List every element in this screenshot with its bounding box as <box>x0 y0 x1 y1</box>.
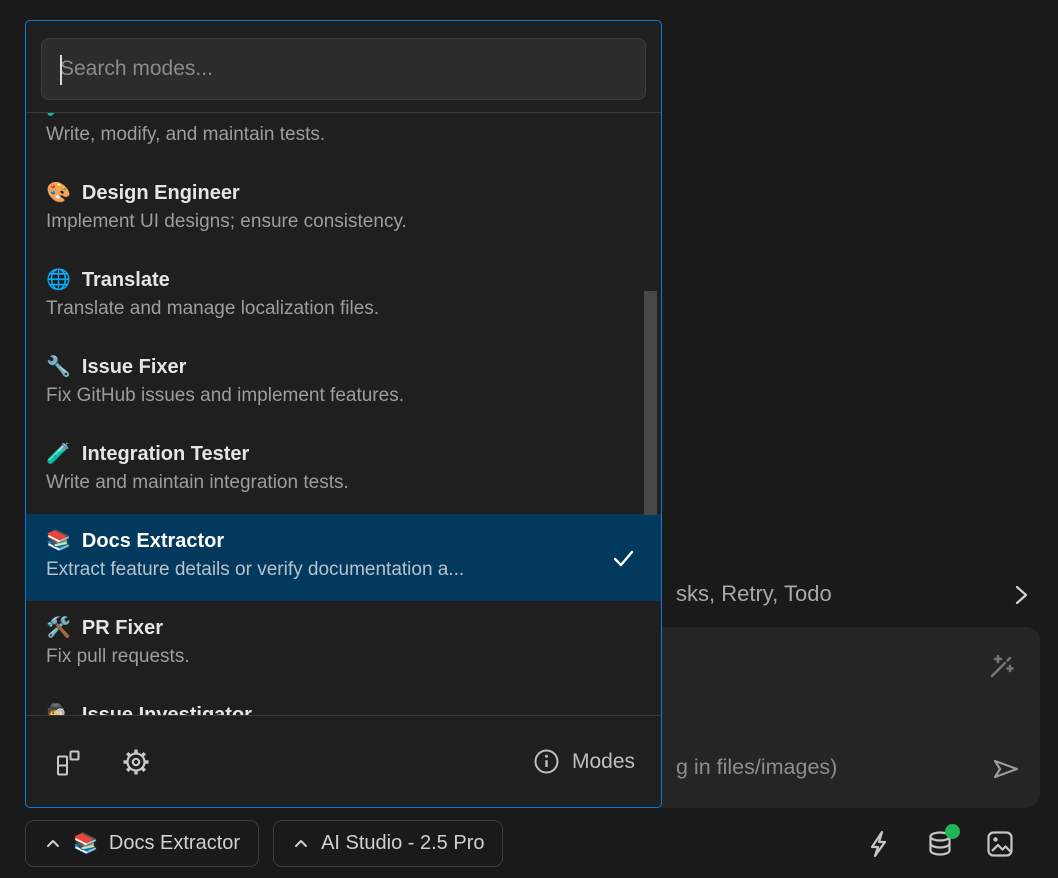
mode-name: Issue Fixer <box>82 353 187 381</box>
text-caret <box>60 55 62 85</box>
modal-footer: Modes <box>26 715 661 807</box>
model-selector-label: AI Studio - 2.5 Pro <box>321 832 484 855</box>
checkmark-icon <box>609 544 637 572</box>
chevron-right-icon[interactable] <box>1008 582 1034 608</box>
mode-item-clipped-top[interactable]: 🧪 Write, modify, and maintain tests. <box>26 113 661 166</box>
info-icon[interactable] <box>533 748 560 775</box>
auto-approve-lightning-icon[interactable] <box>864 828 896 860</box>
mode-name: Translate <box>82 266 170 294</box>
search-input[interactable] <box>42 57 645 81</box>
mode-item-docs-extractor[interactable]: 📚 Docs Extractor Extract feature details… <box>26 514 661 601</box>
mode-name: PR Fixer <box>82 614 163 642</box>
mode-description: Translate and manage localization files. <box>46 296 641 322</box>
mode-name: Integration Tester <box>82 440 249 468</box>
mode-item-issue-fixer[interactable]: 🔧 Issue Fixer Fix GitHub issues and impl… <box>26 340 661 427</box>
mode-item-translate[interactable]: 🌐 Translate Translate and manage localiz… <box>26 253 661 340</box>
hammer-wrench-emoji-icon: 🛠️ <box>46 614 71 642</box>
enhance-prompt-wand-icon[interactable] <box>984 649 1018 683</box>
suggestion-text: sks, Retry, Todo <box>676 581 832 607</box>
test-tube-emoji-icon: 🧪 <box>46 440 71 468</box>
chevron-up-icon <box>44 835 62 853</box>
online-status-dot <box>945 824 960 839</box>
mode-item-integration-tester[interactable]: 🧪 Integration Tester Write and maintain … <box>26 427 661 514</box>
mode-description: Write and maintain integration tests. <box>46 470 641 496</box>
mode-selector-button[interactable]: 📚 Docs Extractor <box>25 820 259 867</box>
mode-item-pr-fixer[interactable]: 🛠️ PR Fixer Fix pull requests. <box>26 601 661 688</box>
mode-picker-modal: 🧪 Write, modify, and maintain tests. 🎨 D… <box>25 20 662 808</box>
chat-input-container[interactable]: g in files/images) <box>600 627 1040 808</box>
mode-name: Issue Investigator <box>82 701 252 715</box>
database-icon[interactable] <box>924 828 956 860</box>
mode-list[interactable]: 🧪 Write, modify, and maintain tests. 🎨 D… <box>26 113 661 715</box>
mode-description: Fix pull requests. <box>46 644 641 670</box>
globe-emoji-icon: 🌐 <box>46 266 71 294</box>
wrench-emoji-icon: 🔧 <box>46 353 71 381</box>
modes-footer-label: Modes <box>572 750 635 774</box>
status-bar-icons <box>864 828 1016 860</box>
mode-description: Extract feature details or verify docume… <box>46 557 641 583</box>
mode-description: Write, modify, and maintain tests. <box>46 122 641 148</box>
search-box[interactable] <box>41 38 646 100</box>
image-attach-icon[interactable] <box>984 828 1016 860</box>
send-icon[interactable] <box>990 753 1022 785</box>
mode-name: Docs Extractor <box>82 527 224 555</box>
status-bar: 📚 Docs Extractor AI Studio - 2.5 Pro <box>25 820 503 867</box>
search-area <box>26 21 661 112</box>
model-selector-button[interactable]: AI Studio - 2.5 Pro <box>273 820 503 867</box>
mode-item-design-engineer[interactable]: 🎨 Design Engineer Implement UI designs; … <box>26 166 661 253</box>
settings-gear-icon[interactable] <box>120 746 152 778</box>
test-tube-emoji-icon: 🧪 <box>46 113 71 120</box>
chat-input-placeholder: g in files/images) <box>676 755 837 780</box>
chevron-up-icon <box>292 835 310 853</box>
books-emoji-icon: 📚 <box>46 527 71 555</box>
mode-item-issue-investigator[interactable]: 🕵️ Issue Investigator <box>26 688 661 715</box>
detective-emoji-icon: 🕵️ <box>46 701 71 715</box>
palette-emoji-icon: 🎨 <box>46 179 71 207</box>
mode-name: Design Engineer <box>82 179 240 207</box>
scrollbar-thumb[interactable] <box>644 291 657 515</box>
mode-description: Fix GitHub issues and implement features… <box>46 383 641 409</box>
books-emoji-icon: 📚 <box>73 831 98 856</box>
marketplace-button[interactable] <box>52 746 84 778</box>
mode-description: Implement UI designs; ensure consistency… <box>46 209 641 235</box>
mode-selector-label: Docs Extractor <box>109 832 240 855</box>
